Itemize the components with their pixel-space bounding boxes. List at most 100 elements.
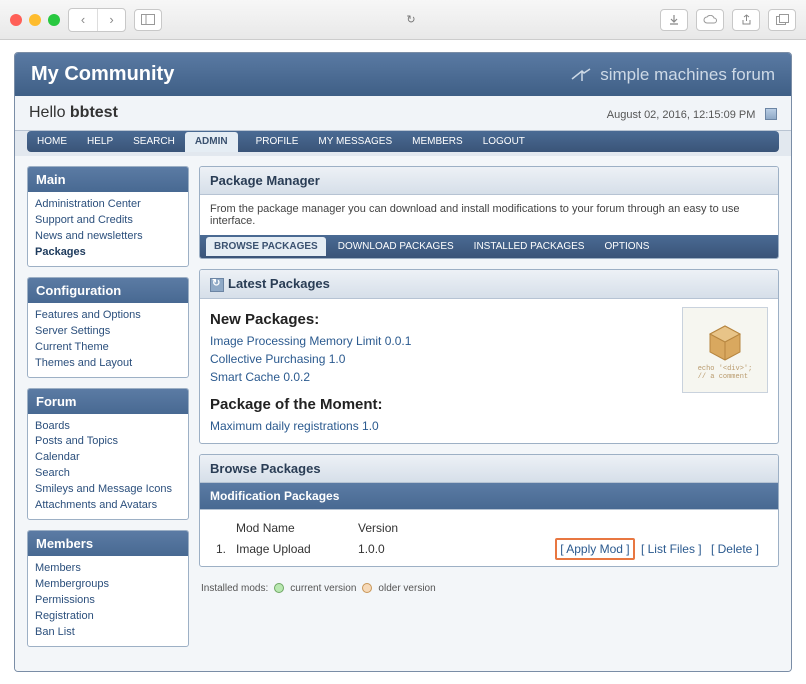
new-package-link[interactable]: Smart Cache 0.0.2 [210,368,672,386]
menu-logout[interactable]: LOGOUT [473,131,535,152]
sidebar-item-ban-list[interactable]: Ban List [35,625,181,641]
menu-profile[interactable]: PROFILE [246,131,309,152]
menu-my-messages[interactable]: MY MESSAGES [308,131,402,152]
main-menu: HOME HELP SEARCH ADMIN PROFILE MY MESSAG… [27,131,779,152]
sidebar-members-title: Members [28,531,188,556]
sidebar-configuration: Configuration Features and Options Serve… [27,277,189,378]
legend-current: current version [290,583,356,594]
browse-packages-panel: Browse Packages Modification Packages Mo… [199,454,779,567]
share-button[interactable] [732,9,760,31]
tabs-button[interactable] [768,9,796,31]
tab-options[interactable]: OPTIONS [596,237,657,256]
sidebar-item-attachments[interactable]: Attachments and Avatars [35,498,181,514]
new-packages-heading: New Packages: [210,311,672,328]
sidebar-item-news[interactable]: News and newsletters [35,229,181,245]
download-button[interactable] [660,9,688,31]
tab-installed-packages[interactable]: INSTALLED PACKAGES [466,237,593,256]
browse-packages-title: Browse Packages [200,455,778,483]
back-button[interactable]: ‹ [69,9,97,31]
sidebar-item-registration[interactable]: Registration [35,609,181,625]
list-files-link[interactable]: [ List Files ] [638,540,705,558]
forum-header: My Community simple machines forum [15,53,791,96]
latest-packages-panel: Latest Packages New Packages: Image Proc… [199,269,779,444]
menu-admin[interactable]: ADMIN [185,132,238,152]
delete-link[interactable]: [ Delete ] [708,540,762,558]
sidebar-item-members[interactable]: Members [35,561,181,577]
sidebar-item-permissions[interactable]: Permissions [35,593,181,609]
legend-older: older version [378,583,435,594]
package-of-moment-link[interactable]: Maximum daily registrations 1.0 [210,417,672,435]
legend-label: Installed mods: [201,583,268,594]
close-window-icon[interactable] [10,14,22,26]
username: bbtest [70,104,118,121]
server-time: August 02, 2016, 12:15:09 PM [607,109,756,121]
apply-mod-link[interactable]: [ Apply Mod ] [555,538,634,560]
tab-browse-packages[interactable]: BROWSE PACKAGES [206,237,326,256]
new-package-link[interactable]: Image Processing Memory Limit 0.0.1 [210,332,672,350]
installed-mods-legend: Installed mods: current version older ve… [199,577,779,596]
menu-search[interactable]: SEARCH [123,131,185,152]
community-title: My Community [31,63,174,86]
sidebar-configuration-title: Configuration [28,278,188,303]
package-manager-panel: Package Manager From the package manager… [199,166,779,259]
brand-text: simple machines forum [600,65,775,85]
sidebar-item-posts-topics[interactable]: Posts and Topics [35,434,181,450]
package-of-moment-heading: Package of the Moment: [210,396,672,413]
row-num: 1. [212,540,230,558]
minimize-window-icon[interactable] [29,14,41,26]
user-bar: Hello bbtest August 02, 2016, 12:15:09 P… [15,96,791,131]
mod-table: Mod Name Version 1. Image Upload 1.0.0 [… [210,516,768,560]
maximize-window-icon[interactable] [48,14,60,26]
older-version-icon [362,583,372,593]
sidebar-main-title: Main [28,167,188,192]
tab-download-packages[interactable]: DOWNLOAD PACKAGES [330,237,462,256]
menu-help[interactable]: HELP [77,131,123,152]
admin-sidebar: Main Administration Center Support and C… [27,166,189,657]
col-version: Version [354,518,444,538]
forum-container: My Community simple machines forum Hello… [14,52,792,672]
smf-brand: simple machines forum [570,65,775,85]
menu-home[interactable]: HOME [27,131,77,152]
browser-toolbar: ‹ › ↻ [0,0,806,40]
sidebar-item-server-settings[interactable]: Server Settings [35,324,181,340]
sidebar-item-boards[interactable]: Boards [35,419,181,435]
col-mod-name: Mod Name [232,518,352,538]
current-version-icon [274,583,284,593]
smf-logo-icon [570,67,594,83]
sidebar-forum-title: Forum [28,389,188,414]
sidebar-item-features[interactable]: Features and Options [35,308,181,324]
window-controls [10,14,60,26]
nav-buttons: ‹ › [68,8,126,32]
latest-packages-title: Latest Packages [200,270,778,299]
sidebar-item-packages[interactable]: Packages [35,245,181,261]
cloud-button[interactable] [696,9,724,31]
sidebar-item-search[interactable]: Search [35,466,181,482]
sidebar-toggle-button[interactable] [134,9,162,31]
new-package-link[interactable]: Collective Purchasing 1.0 [210,350,672,368]
latest-title-text: Latest Packages [228,276,330,291]
collapse-header-icon[interactable] [765,108,777,120]
table-row: 1. Image Upload 1.0.0 [ Apply Mod ] [ Li… [212,540,766,558]
row-version: 1.0.0 [354,540,444,558]
sidebar-main: Main Administration Center Support and C… [27,166,189,267]
package-tabs: BROWSE PACKAGES DOWNLOAD PACKAGES INSTAL… [200,235,778,258]
package-box-icon: echo '<div>'; // a comment [682,307,768,393]
greeting: Hello bbtest [29,104,118,122]
hello-prefix: Hello [29,104,70,121]
row-name: Image Upload [232,540,352,558]
refresh-icon [210,278,224,292]
sidebar-item-membergroups[interactable]: Membergroups [35,577,181,593]
sidebar-item-smileys[interactable]: Smileys and Message Icons [35,482,181,498]
sidebar-item-calendar[interactable]: Calendar [35,450,181,466]
reload-button[interactable]: ↻ [397,9,425,31]
sidebar-item-admin-center[interactable]: Administration Center [35,197,181,213]
content-area: Package Manager From the package manager… [199,166,779,657]
package-manager-description: From the package manager you can downloa… [200,195,778,235]
forward-button[interactable]: › [97,9,125,31]
menu-members[interactable]: MEMBERS [402,131,473,152]
sidebar-item-themes-layout[interactable]: Themes and Layout [35,356,181,372]
sidebar-item-support[interactable]: Support and Credits [35,213,181,229]
sidebar-forum: Forum Boards Posts and Topics Calendar S… [27,388,189,521]
sidebar-item-current-theme[interactable]: Current Theme [35,340,181,356]
modification-packages-title: Modification Packages [200,483,778,510]
